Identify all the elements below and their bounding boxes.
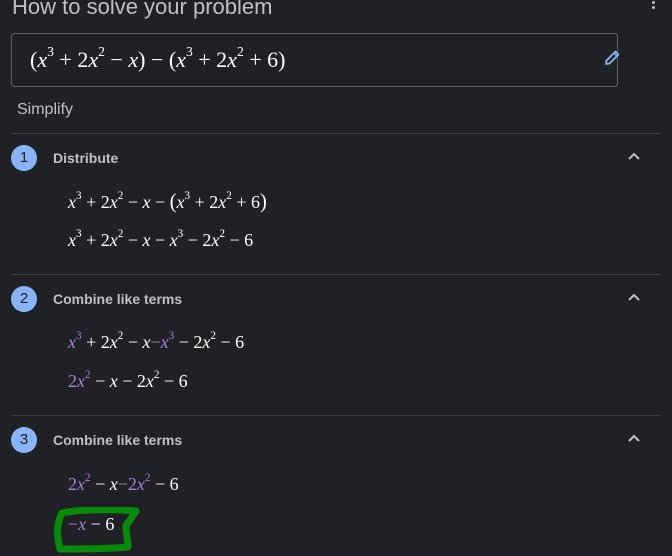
- pencil-icon[interactable]: [603, 49, 621, 67]
- page-title: How to solve your problem: [12, 0, 273, 19]
- chevron-up-icon[interactable]: [626, 151, 642, 161]
- step-expression: x3 + 2x2 − x − (x3 + 2x2 + 6): [68, 189, 267, 213]
- divider: [11, 415, 661, 416]
- annotation-circle: [54, 507, 140, 553]
- step-number-badge: 3: [11, 427, 37, 453]
- step-result-expression: 2x2 − x − 2x2 − 6: [68, 368, 188, 391]
- method-label: Simplify: [17, 101, 74, 118]
- problem-expression: (x3 + 2x2 − x) − (x3 + 2x2 + 6): [30, 43, 286, 72]
- chevron-up-icon[interactable]: [626, 292, 642, 302]
- problem-input[interactable]: (x3 + 2x2 − x) − (x3 + 2x2 + 6): [11, 33, 618, 87]
- step-result-expression: x3 + 2x2 − x − x3 − 2x2 − 6: [68, 227, 254, 250]
- step-title: Combine like terms: [53, 291, 183, 307]
- more-vert-icon[interactable]: [648, 0, 658, 12]
- chevron-up-icon[interactable]: [626, 433, 642, 443]
- step-title: Distribute: [53, 150, 119, 166]
- step-expression: 2x2 − x−2x2 − 6: [68, 471, 179, 494]
- step-expression: x3 + 2x2 − x−x3 − 2x2 − 6: [68, 329, 245, 352]
- divider: [11, 274, 661, 275]
- step-number-badge: 2: [11, 286, 37, 312]
- step-title: Combine like terms: [53, 432, 183, 448]
- step-number-badge: 1: [11, 145, 37, 171]
- divider: [11, 133, 661, 134]
